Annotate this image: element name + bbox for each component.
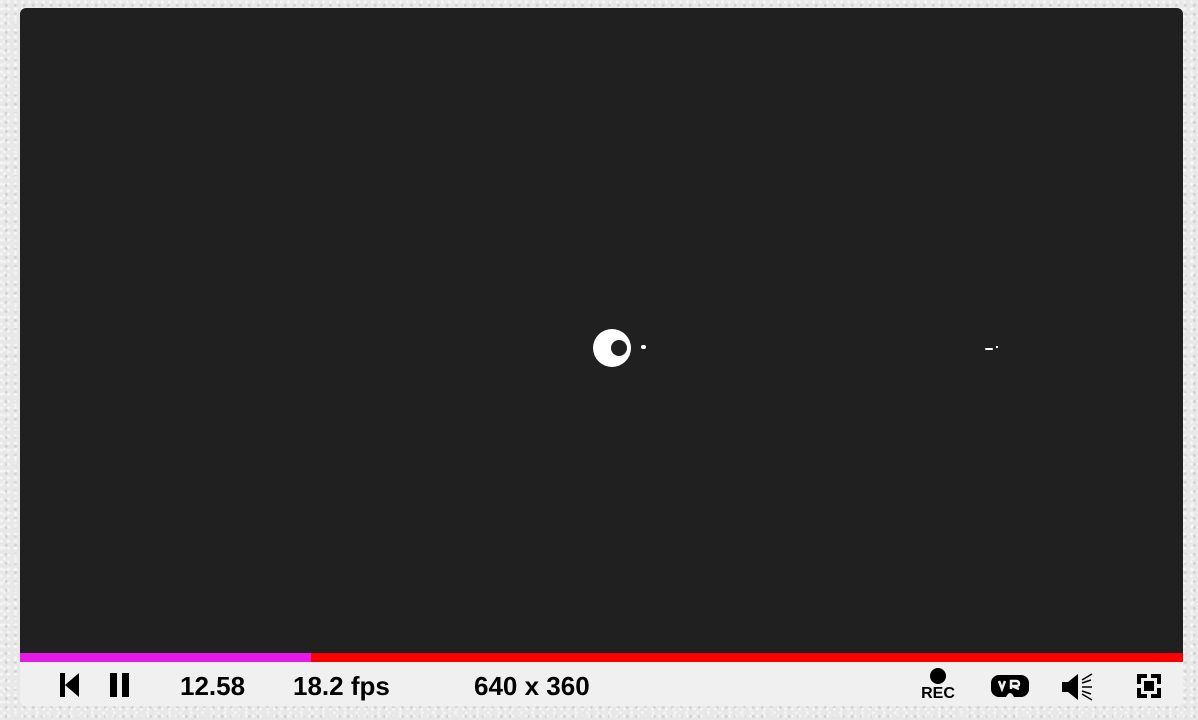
progress-bar[interactable] [20, 653, 1183, 662]
tiny-particle [985, 348, 993, 350]
record-icon [930, 668, 946, 684]
shader-player: 12.58 18.2 fps 640 x 360 REC [20, 8, 1183, 706]
time-display: 12.58 [180, 671, 246, 701]
fullscreen-icon [1137, 674, 1161, 698]
skip-to-start-icon [60, 673, 79, 697]
resolution-display: 640 x 360 [474, 671, 590, 701]
fullscreen-button[interactable] [1135, 672, 1163, 700]
pause-button[interactable] [108, 672, 132, 698]
eye-shape [593, 329, 631, 367]
volume-button[interactable] [1060, 672, 1094, 702]
skip-to-start-button[interactable] [58, 672, 82, 698]
record-button[interactable]: REC [918, 666, 958, 704]
render-canvas[interactable] [20, 8, 1183, 653]
pause-icon [110, 673, 129, 697]
small-dot [641, 345, 646, 349]
volume-icon [1062, 673, 1093, 701]
record-label: REC [921, 685, 955, 702]
progress-bar-played [20, 653, 311, 662]
vr-headset-icon [991, 675, 1029, 697]
vr-button[interactable] [990, 673, 1030, 699]
fps-display: 18.2 fps [293, 671, 390, 701]
tiny-particle [996, 346, 998, 348]
controls-bar: 12.58 18.2 fps 640 x 360 REC [20, 662, 1183, 706]
